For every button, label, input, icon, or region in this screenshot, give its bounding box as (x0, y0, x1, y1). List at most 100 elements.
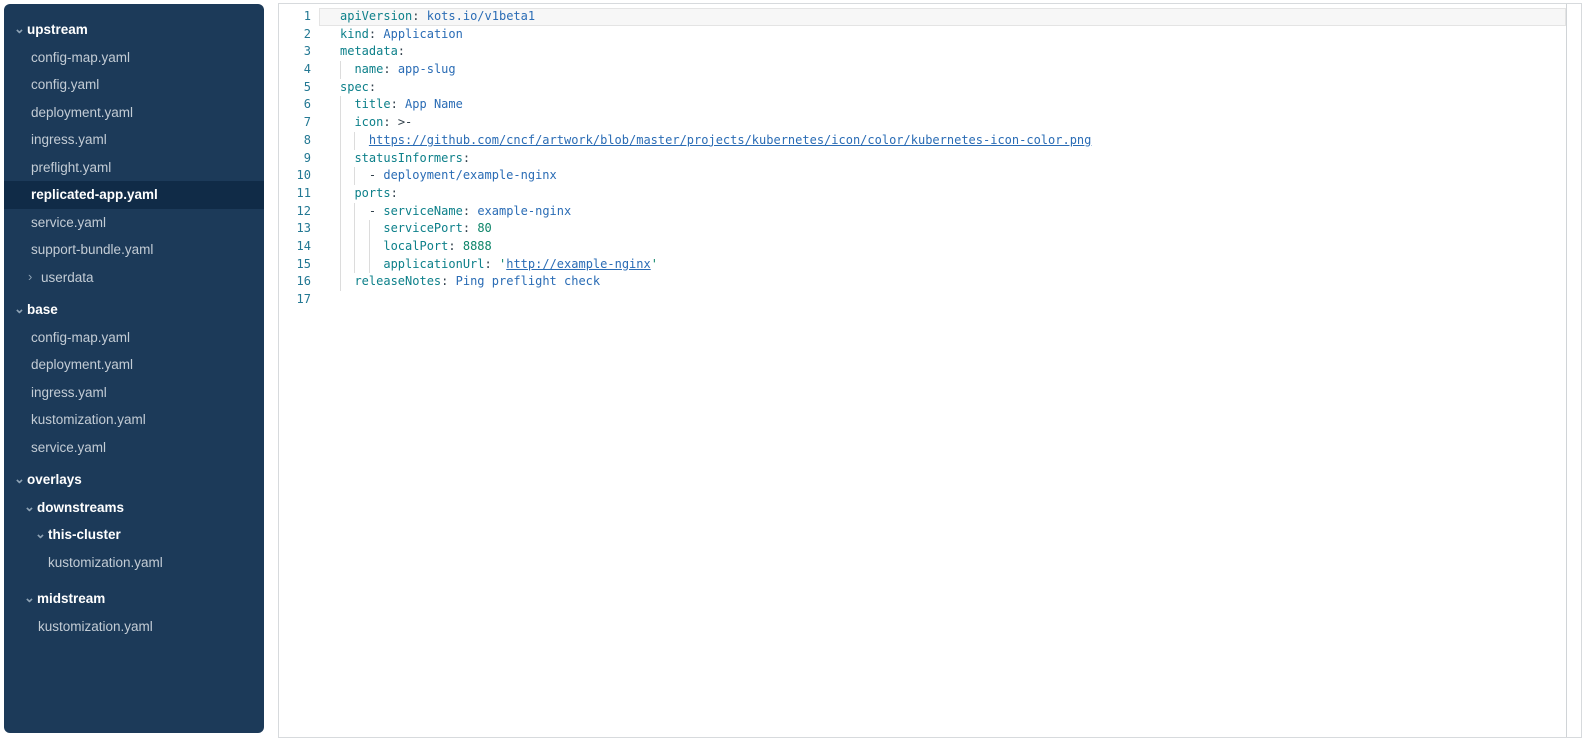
tree-file-ingress.yaml[interactable]: ingress.yaml (4, 126, 264, 154)
line-number: 3 (279, 43, 311, 61)
file-tree-viewer: ⌄upstreamconfig-map.yamlconfig.yamldeplo… (0, 0, 1590, 746)
code-line[interactable]: 7 icon: >- (279, 114, 1567, 132)
line-number: 11 (279, 185, 311, 203)
code-line[interactable]: 8 https://github.com/cncf/artwork/blob/m… (279, 132, 1567, 150)
tree-item-label: kustomization.yaml (31, 412, 146, 427)
tree-file-deployment.yaml[interactable]: deployment.yaml (4, 351, 264, 379)
code-lines[interactable]: 1apiVersion: kots.io/v1beta12kind: Appli… (279, 4, 1567, 737)
yaml-code-editor[interactable]: 1apiVersion: kots.io/v1beta12kind: Appli… (278, 3, 1582, 738)
code-link[interactable]: http://example-nginx (506, 257, 651, 271)
code-content: title: App Name (311, 96, 1567, 114)
line-number: 16 (279, 273, 311, 291)
code-line[interactable]: 4 name: app-slug (279, 61, 1567, 79)
indent-guide (369, 238, 370, 256)
code-link[interactable]: https://github.com/cncf/artwork/blob/mas… (369, 133, 1091, 147)
code-line[interactable]: 6 title: App Name (279, 96, 1567, 114)
code-content: apiVersion: kots.io/v1beta1 (311, 8, 1567, 26)
tree-file-kustomization.yaml[interactable]: kustomization.yaml (4, 406, 264, 434)
code-content: - deployment/example-nginx (311, 167, 1567, 185)
chevron-down-icon: ⌄ (14, 22, 27, 35)
tree-file-config.yaml[interactable]: config.yaml (4, 71, 264, 99)
tree-file-config-map.yaml[interactable]: config-map.yaml (4, 44, 264, 72)
code-line[interactable]: 15 applicationUrl: 'http://example-nginx… (279, 256, 1567, 274)
indent-guide (354, 256, 355, 274)
tree-file-service.yaml[interactable]: service.yaml (4, 209, 264, 237)
tree-file-support-bundle.yaml[interactable]: support-bundle.yaml (4, 236, 264, 264)
tree-folder-userdata[interactable]: ›userdata (4, 264, 264, 292)
chevron-right-icon: › (28, 270, 41, 283)
code-content: statusInformers: (311, 150, 1567, 168)
code-token: title (354, 97, 390, 111)
code-content: spec: (311, 79, 1567, 97)
code-token: icon (354, 115, 383, 129)
code-line[interactable]: 2kind: Application (279, 26, 1567, 44)
code-line[interactable]: 14 localPort: 8888 (279, 238, 1567, 256)
indent-guide (340, 61, 341, 79)
code-line[interactable]: 13 servicePort: 80 (279, 220, 1567, 238)
tree-folder-upstream[interactable]: ⌄upstream (4, 16, 264, 44)
code-token: : (383, 62, 390, 76)
code-line[interactable]: 10 - deployment/example-nginx (279, 167, 1567, 185)
code-line[interactable]: 16 releaseNotes: Ping preflight check (279, 273, 1567, 291)
indent-guide (354, 238, 355, 256)
tree-file-kustomization.yaml[interactable]: kustomization.yaml (4, 549, 264, 577)
code-line[interactable]: 12 - serviceName: example-nginx (279, 203, 1567, 221)
code-token: localPort (383, 239, 448, 253)
tree-item-label: this-cluster (48, 527, 121, 542)
tree-item-label: ingress.yaml (31, 385, 107, 400)
code-token (340, 239, 383, 253)
code-token: : (463, 204, 470, 218)
tree-file-preflight.yaml[interactable]: preflight.yaml (4, 154, 264, 182)
code-line[interactable]: 1apiVersion: kots.io/v1beta1 (279, 8, 1567, 26)
tree-file-replicated-app.yaml[interactable]: replicated-app.yaml (4, 181, 264, 209)
tree-file-deployment.yaml[interactable]: deployment.yaml (4, 99, 264, 127)
code-token: spec (340, 80, 369, 94)
code-line[interactable]: 9 statusInformers: (279, 150, 1567, 168)
tree-file-kustomization.yaml[interactable]: kustomization.yaml (4, 613, 264, 641)
code-token: - (369, 168, 383, 182)
code-line[interactable]: 3metadata: (279, 43, 1567, 61)
tree-folder-midstream[interactable]: ⌄midstream (4, 585, 264, 613)
line-number: 10 (279, 167, 311, 185)
tree-folder-base[interactable]: ⌄base (4, 296, 264, 324)
line-number: 6 (279, 96, 311, 114)
code-token: metadata (340, 44, 398, 58)
tree-file-service.yaml[interactable]: service.yaml (4, 434, 264, 462)
line-number: 4 (279, 61, 311, 79)
indent-guide (340, 132, 341, 150)
code-line[interactable]: 11 ports: (279, 185, 1567, 203)
line-number: 1 (279, 8, 311, 26)
tree-file-ingress.yaml[interactable]: ingress.yaml (4, 379, 264, 407)
tree-item-label: base (27, 302, 58, 317)
indent-guide (340, 273, 341, 291)
code-token: App Name (405, 97, 463, 111)
tree-item-label: config-map.yaml (31, 330, 130, 345)
line-number: 17 (279, 291, 311, 309)
tree-folder-overlays[interactable]: ⌄overlays (4, 466, 264, 494)
tree-item-label: userdata (41, 270, 94, 285)
code-content: icon: >- (311, 114, 1567, 132)
tree-item-label: deployment.yaml (31, 105, 133, 120)
code-token: deployment/example-nginx (383, 168, 556, 182)
code-content: kind: Application (311, 26, 1567, 44)
line-number: 15 (279, 256, 311, 274)
code-token (391, 62, 398, 76)
chevron-down-icon: ⌄ (35, 527, 48, 540)
line-number: 13 (279, 220, 311, 238)
code-token: : (391, 97, 398, 111)
editor-scrollbar-track[interactable] (1566, 4, 1581, 737)
code-line[interactable]: 17 (279, 291, 1567, 309)
code-token: Ping preflight check (456, 274, 601, 288)
tree-item-label: downstreams (37, 500, 124, 515)
code-token (398, 97, 405, 111)
tree-folder-this-cluster[interactable]: ⌄this-cluster (4, 521, 264, 549)
tree-item-label: deployment.yaml (31, 357, 133, 372)
code-content: servicePort: 80 (311, 220, 1567, 238)
tree-folder-downstreams[interactable]: ⌄downstreams (4, 494, 264, 522)
code-token: statusInformers (354, 151, 462, 165)
code-line[interactable]: 5spec: (279, 79, 1567, 97)
indent-guide (369, 220, 370, 238)
indent-guide (340, 114, 341, 132)
tree-file-config-map.yaml[interactable]: config-map.yaml (4, 324, 264, 352)
code-token: Application (383, 27, 462, 41)
